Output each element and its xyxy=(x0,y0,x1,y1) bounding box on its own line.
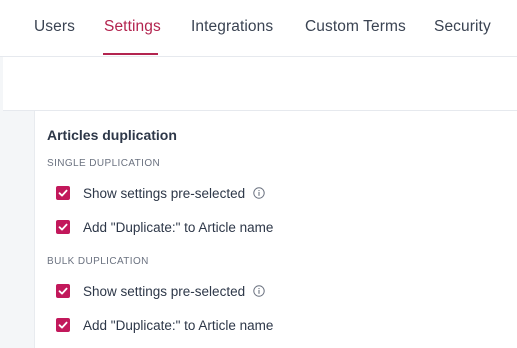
check-icon xyxy=(58,287,68,295)
tab-settings[interactable]: Settings xyxy=(104,18,161,36)
option-bulk-show-preselected[interactable]: Show settings pre-selected xyxy=(56,282,265,300)
checkbox-bulk-add-duplicate-prefix[interactable] xyxy=(56,318,70,332)
option-single-show-preselected[interactable]: Show settings pre-selected xyxy=(56,184,265,202)
option-label: Show settings pre-selected xyxy=(83,283,246,299)
check-icon xyxy=(58,223,68,231)
checkbox-bulk-show-preselected[interactable] xyxy=(56,284,70,298)
tab-bar: Users Settings Integrations Custom Terms… xyxy=(0,0,517,57)
info-icon[interactable] xyxy=(253,285,265,297)
option-single-add-duplicate-prefix[interactable]: Add "Duplicate:" to Article name xyxy=(56,218,273,236)
group-label-single-duplication: SINGLE DUPLICATION xyxy=(47,158,161,169)
group-label-bulk-duplication: BULK DUPLICATION xyxy=(47,256,149,267)
check-icon xyxy=(58,189,68,197)
content-side-gutter xyxy=(3,111,35,348)
tab-integrations[interactable]: Integrations xyxy=(191,18,273,36)
toolbar-area xyxy=(0,57,517,111)
check-icon xyxy=(58,321,68,329)
option-label: Add "Duplicate:" to Article name xyxy=(83,219,274,235)
active-tab-indicator xyxy=(103,53,158,55)
tab-security[interactable]: Security xyxy=(434,18,491,36)
option-label: Add "Duplicate:" to Article name xyxy=(83,317,274,333)
checkbox-single-show-preselected[interactable] xyxy=(56,186,70,200)
checkbox-single-add-duplicate-prefix[interactable] xyxy=(56,220,70,234)
option-label: Show settings pre-selected xyxy=(83,185,246,201)
section-title: Articles duplication xyxy=(47,127,177,143)
info-icon[interactable] xyxy=(253,187,265,199)
tab-custom-terms[interactable]: Custom Terms xyxy=(305,18,406,36)
tab-users[interactable]: Users xyxy=(34,18,75,36)
option-bulk-add-duplicate-prefix[interactable]: Add "Duplicate:" to Article name xyxy=(56,316,273,334)
